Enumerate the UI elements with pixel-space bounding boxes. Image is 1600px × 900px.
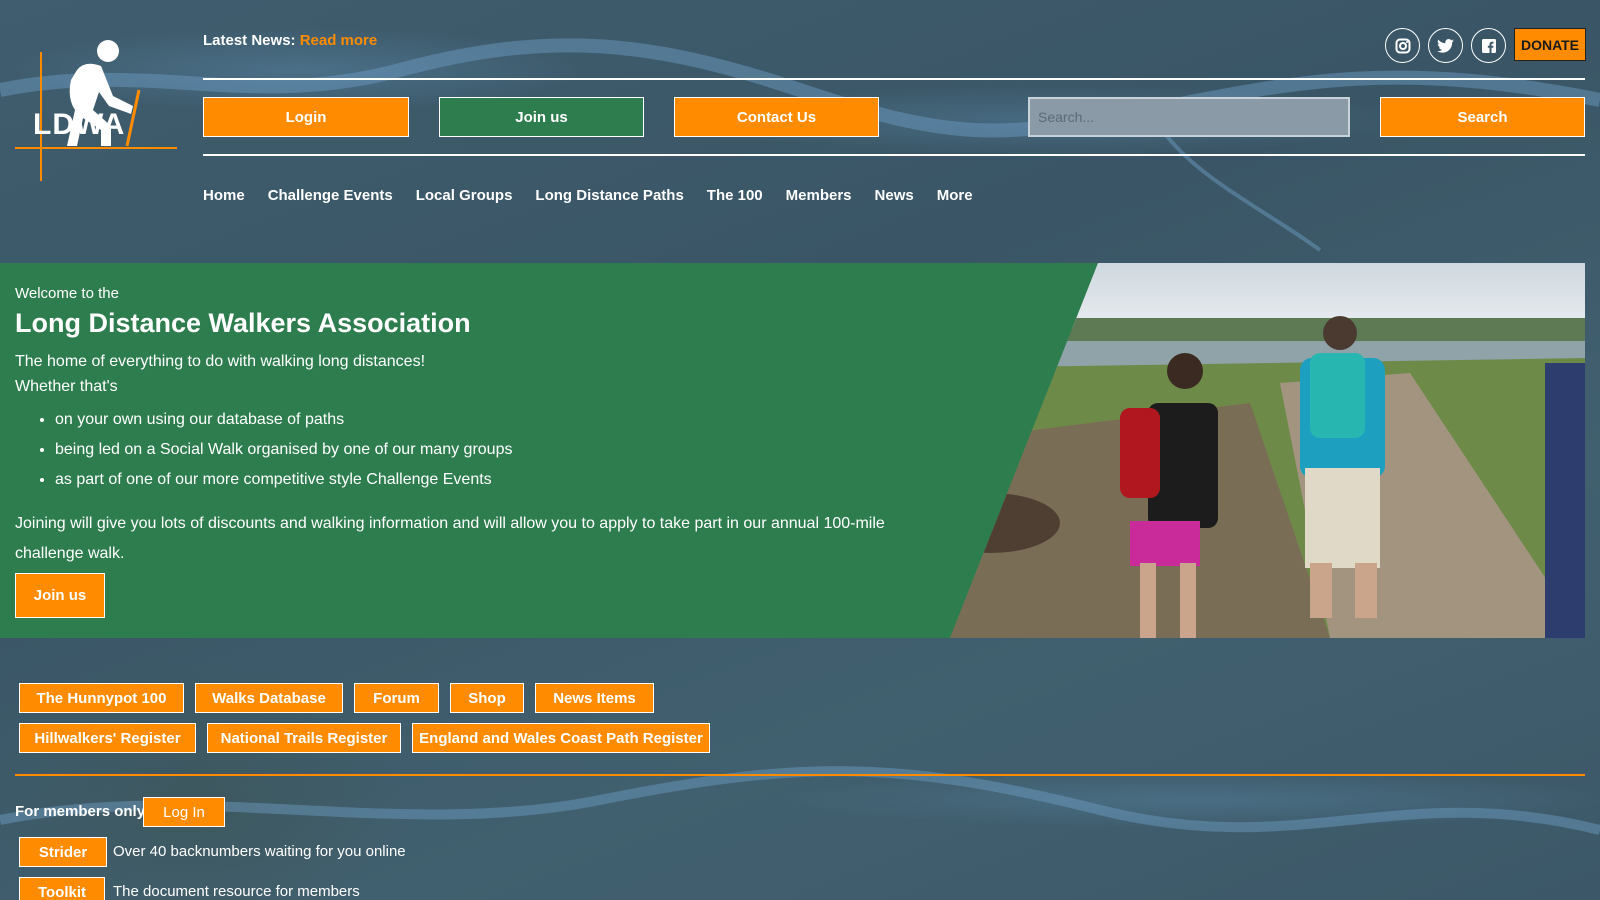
quick-link-walks-database[interactable]: Walks Database [195,683,343,713]
nav-the-100[interactable]: The 100 [707,187,763,204]
latest-news-label: Latest News: [203,32,296,49]
list-item: being led on a Social Walk organised by … [55,435,945,465]
welcome-text: Welcome to the [15,285,119,302]
logo-text: LDWA [33,108,126,141]
instagram-button[interactable] [1385,28,1420,63]
members-only-label: For members only: [15,803,151,820]
quick-link-coast-path-register[interactable]: England and Wales Coast Path Register [412,723,710,753]
toolkit-button[interactable]: Toolkit [19,877,105,900]
search-input[interactable] [1028,97,1350,137]
quick-link-shop[interactable]: Shop [450,683,524,713]
quick-link-hillwalkers-register[interactable]: Hillwalkers' Register [19,723,196,753]
hero-subtitle-line-2: Whether that's [15,378,118,395]
hero-content: Welcome to the Long Distance Walkers Ass… [15,285,945,569]
instagram-icon [1395,38,1410,53]
hero-join-button[interactable]: Join us [15,573,105,618]
quick-link-hunnypot[interactable]: The Hunnypot 100 [19,683,184,713]
donate-button[interactable]: DONATE [1514,28,1586,61]
header-divider-top [203,78,1585,80]
twitter-button[interactable] [1428,28,1463,63]
main-nav: Home Challenge Events Local Groups Long … [203,187,996,204]
joining-text: Joining will give you lots of discounts … [15,515,885,562]
nav-local-groups[interactable]: Local Groups [416,187,513,204]
hero-bullets: on your own using our database of paths … [55,405,945,495]
members-login-button[interactable]: Log In [143,797,225,827]
contact-us-button[interactable]: Contact Us [674,97,879,137]
strider-description: Over 40 backnumbers waiting for you onli… [113,843,406,860]
strider-button[interactable]: Strider [19,837,107,867]
join-us-button[interactable]: Join us [439,97,644,137]
nav-home[interactable]: Home [203,187,245,204]
header-divider-bottom [203,154,1585,156]
list-item: on your own using our database of paths [55,405,945,435]
nav-news[interactable]: News [875,187,914,204]
quick-link-forum[interactable]: Forum [354,683,439,713]
hero-section: Welcome to the Long Distance Walkers Ass… [0,263,1585,638]
section-divider [15,774,1585,776]
quick-link-national-trails-register[interactable]: National Trails Register [207,723,401,753]
quick-link-news-items[interactable]: News Items [535,683,654,713]
toolkit-description: The document resource for members [113,883,360,900]
facebook-icon [1481,38,1496,53]
twitter-icon [1437,38,1454,53]
hero-title: Long Distance Walkers Association [15,308,471,338]
walkers-photo [950,263,1585,638]
search-button[interactable]: Search [1380,97,1585,137]
nav-members[interactable]: Members [786,187,852,204]
hero-subtitle-line-1: The home of everything to do with walkin… [15,353,426,370]
hero-subtitle: The home of everything to do with walkin… [15,349,945,399]
login-button[interactable]: Login [203,97,409,137]
facebook-button[interactable] [1471,28,1506,63]
latest-news: Latest News: Read more [203,32,377,49]
read-more-link[interactable]: Read more [300,32,378,49]
nav-more[interactable]: More [937,187,973,204]
nav-challenge-events[interactable]: Challenge Events [268,187,393,204]
nav-long-distance-paths[interactable]: Long Distance Paths [535,187,683,204]
list-item: as part of one of our more competitive s… [55,465,945,495]
